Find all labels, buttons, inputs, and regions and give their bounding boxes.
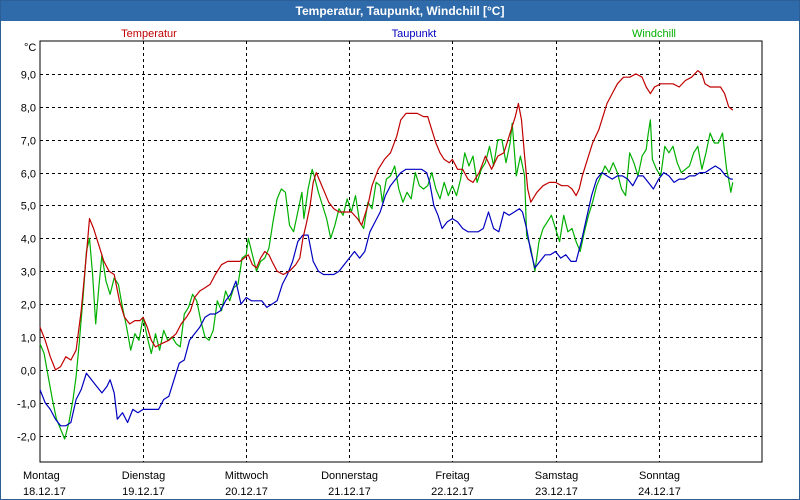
y-tick-label: 9,0: [21, 70, 36, 82]
grid: [40, 41, 762, 462]
x-date-label: 21.12.17: [328, 486, 371, 498]
x-axis: Montag 18.12.17 Dienstag 19.12.17 Mittwoch 20…: [23, 470, 681, 498]
y-unit-label: °C: [24, 42, 36, 54]
y-tick-label: 0,0: [21, 366, 36, 378]
y-tick-label: 6,0: [21, 169, 36, 181]
legend: Temperatur Taupunkt Windchill: [121, 28, 676, 40]
legend-item: Windchill: [632, 28, 676, 40]
y-tick-label: 4,0: [21, 234, 36, 246]
plot-frame: [39, 40, 763, 463]
x-day-label: Sonntag: [639, 470, 680, 482]
y-axis: °C 9,0 8,0 7,0 6,0 5,0 4,0 3,0 2,0 1,0 0,0 -1,0 -2,…: [17, 42, 36, 444]
y-tick-label: 5,0: [21, 201, 36, 213]
y-tick-label: -2,0: [17, 432, 36, 444]
x-day-label: Samstag: [535, 470, 578, 482]
x-date-label: 18.12.17: [23, 486, 66, 498]
x-day-label: Donnerstag: [321, 470, 378, 482]
legend-item: Temperatur: [121, 28, 177, 40]
x-day-label: Dienstag: [122, 470, 165, 482]
chart-canvas: °C 9,0 8,0 7,0 6,0 5,0 4,0 3,0 2,0 1,0 0,0 -1,0 -2,…: [17, 28, 763, 498]
x-day-label: Mittwoch: [225, 470, 268, 482]
y-tick-label: 8,0: [21, 103, 36, 115]
x-date-label: 22.12.17: [431, 486, 474, 498]
x-day-label: Montag: [23, 470, 60, 482]
y-tick-label: 3,0: [21, 267, 36, 279]
x-date-label: 23.12.17: [535, 486, 578, 498]
x-date-label: 20.12.17: [225, 486, 268, 498]
y-tick-label: 1,0: [21, 333, 36, 345]
x-date-label: 19.12.17: [122, 486, 165, 498]
legend-item: Taupunkt: [392, 28, 437, 40]
x-date-label: 24.12.17: [638, 486, 681, 498]
x-day-label: Freitag: [435, 470, 469, 482]
y-tick-label: 7,0: [21, 136, 36, 148]
chart-window: Temperatur, Taupunkt, Windchill [°C] °C …: [0, 0, 800, 500]
y-tick-label: -1,0: [17, 399, 36, 411]
y-tick-label: 2,0: [21, 300, 36, 312]
